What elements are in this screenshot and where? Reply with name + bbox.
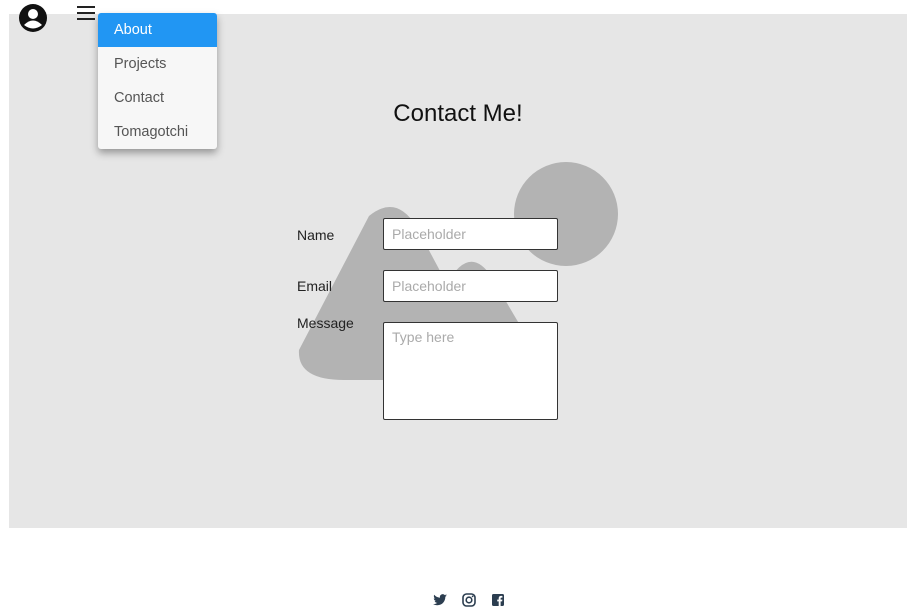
- hamburger-menu-icon[interactable]: [75, 2, 97, 24]
- menu-item-tomagotchi[interactable]: Tomagotchi: [98, 115, 217, 149]
- menu-item-about[interactable]: About: [98, 13, 217, 47]
- message-textarea[interactable]: [383, 322, 558, 420]
- account-circle-icon[interactable]: [17, 2, 49, 34]
- name-label: Name: [297, 227, 335, 243]
- menu-item-projects[interactable]: Projects: [98, 47, 217, 81]
- name-input[interactable]: [383, 218, 558, 250]
- twitter-icon[interactable]: [432, 592, 448, 608]
- page: About Projects Contact Tomagotchi Contac…: [0, 0, 916, 614]
- facebook-icon[interactable]: [490, 592, 506, 608]
- instagram-icon[interactable]: [461, 592, 477, 608]
- email-input[interactable]: [383, 270, 558, 302]
- nav-dropdown-menu: About Projects Contact Tomagotchi: [98, 13, 217, 149]
- message-label: Message: [297, 315, 354, 331]
- email-label: Email: [297, 278, 333, 294]
- menu-item-contact[interactable]: Contact: [98, 81, 217, 115]
- social-links: [432, 592, 506, 608]
